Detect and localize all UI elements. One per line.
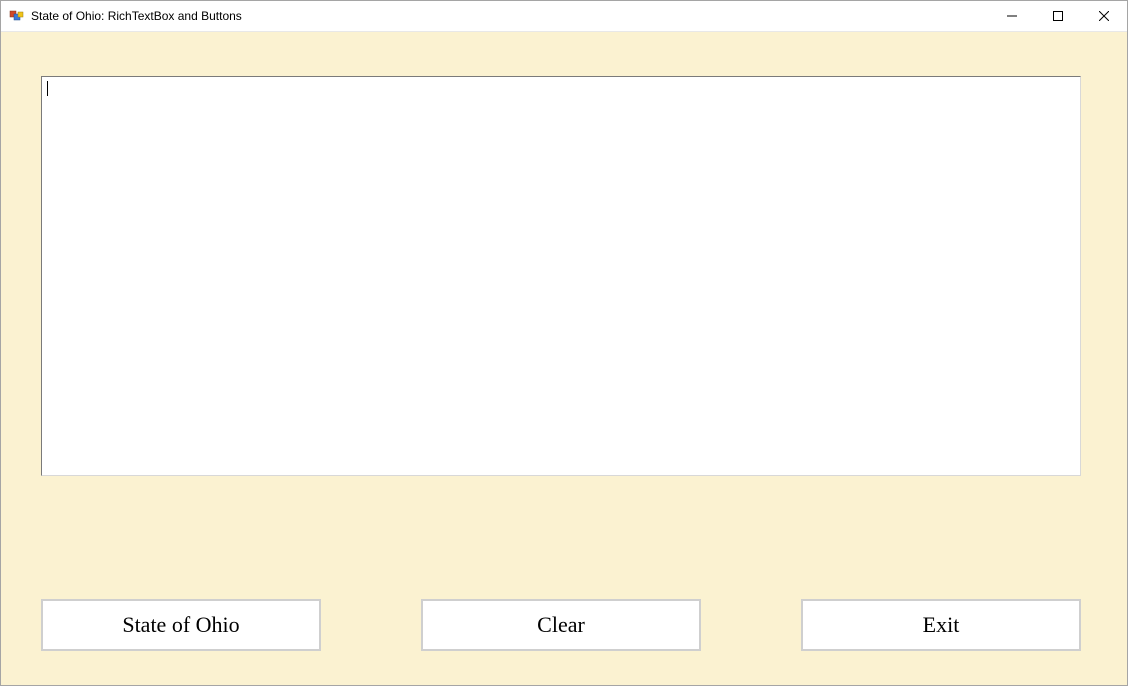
- state-of-ohio-button[interactable]: State of Ohio: [41, 599, 321, 651]
- close-button[interactable]: [1081, 1, 1127, 31]
- minimize-icon: [1007, 11, 1017, 21]
- client-area: State of Ohio Clear Exit: [1, 32, 1127, 685]
- window-controls: [989, 1, 1127, 31]
- button-row: State of Ohio Clear Exit: [41, 599, 1081, 651]
- maximize-button[interactable]: [1035, 1, 1081, 31]
- clear-button[interactable]: Clear: [421, 599, 701, 651]
- app-icon: [9, 8, 25, 24]
- window-frame: State of Ohio: RichTextBox and Buttons: [0, 0, 1128, 686]
- window-title: State of Ohio: RichTextBox and Buttons: [31, 9, 242, 23]
- exit-button[interactable]: Exit: [801, 599, 1081, 651]
- titlebar: State of Ohio: RichTextBox and Buttons: [1, 1, 1127, 32]
- rich-text-box[interactable]: [41, 76, 1081, 476]
- close-icon: [1099, 11, 1109, 21]
- maximize-icon: [1053, 11, 1063, 21]
- text-caret: [47, 81, 48, 96]
- minimize-button[interactable]: [989, 1, 1035, 31]
